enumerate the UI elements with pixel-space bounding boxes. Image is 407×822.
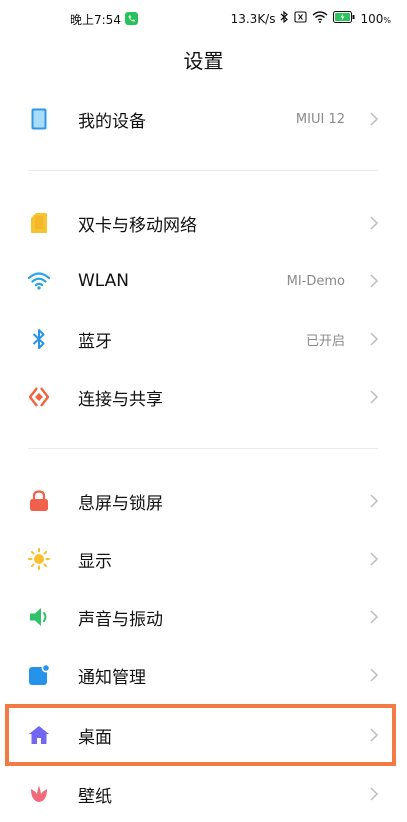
chevron-right-icon — [370, 216, 379, 230]
phone-call-icon — [124, 11, 138, 28]
settings-item-wlan[interactable]: WLAN MI-Demo — [0, 253, 407, 309]
bluetooth-status-icon — [280, 10, 289, 26]
notification-icon — [28, 664, 50, 686]
battery-icon — [333, 11, 355, 26]
settings-item-label: 我的设备 — [78, 111, 146, 132]
settings-item-label: 息屏与锁屏 — [78, 493, 163, 514]
wifi-icon — [28, 270, 50, 292]
wifi-status-icon — [312, 11, 328, 26]
divider — [28, 448, 378, 449]
status-bar: 晚上7:54 13.3K/s 100% — [0, 0, 407, 34]
settings-item-label: 双卡与移动网络 — [78, 215, 197, 236]
flower-icon — [28, 783, 50, 805]
settings-item-notifications[interactable]: 通知管理 — [0, 647, 407, 703]
tablet-icon — [28, 108, 50, 130]
chevron-right-icon — [370, 787, 379, 801]
bluetooth-icon — [28, 328, 50, 350]
settings-item-sound-vibration[interactable]: 声音与振动 — [0, 589, 407, 645]
chevron-right-icon — [370, 552, 379, 566]
settings-item-wallpaper[interactable]: 壁纸 — [0, 766, 407, 822]
settings-item-my-device[interactable]: 我的设备 MIUI 12 — [0, 91, 407, 147]
status-right: 13.3K/s 100% — [230, 10, 391, 26]
lock-icon — [28, 490, 50, 512]
settings-item-value: MI-Demo — [286, 273, 345, 289]
chevron-right-icon — [370, 390, 379, 404]
settings-item-display[interactable]: 显示 — [0, 531, 407, 587]
settings-item-connection-sharing[interactable]: 连接与共享 — [0, 369, 407, 425]
connection-share-icon — [28, 386, 50, 408]
sun-icon — [28, 548, 50, 570]
settings-item-sim-network[interactable]: 双卡与移动网络 — [0, 195, 407, 251]
chevron-right-icon — [370, 494, 379, 508]
settings-item-label: 通知管理 — [78, 667, 146, 688]
speaker-icon — [28, 606, 50, 628]
settings-item-label: WLAN — [78, 271, 130, 291]
chevron-right-icon — [370, 112, 379, 126]
settings-item-label: 声音与振动 — [78, 609, 163, 630]
chevron-right-icon — [370, 610, 379, 624]
settings-item-value: 已开启 — [305, 333, 345, 349]
settings-item-label: 蓝牙 — [78, 331, 112, 352]
divider — [28, 170, 378, 171]
settings-item-lock-screen[interactable]: 息屏与锁屏 — [0, 473, 407, 529]
chevron-right-icon — [370, 668, 379, 682]
settings-item-value: MIUI 12 — [295, 111, 345, 127]
status-left: 晚上7:54 — [70, 11, 138, 28]
chevron-right-icon — [370, 332, 379, 346]
sim-card-icon — [28, 212, 50, 234]
status-time: 晚上7:54 — [70, 13, 121, 27]
chevron-right-icon — [370, 274, 379, 288]
settings-item-bluetooth[interactable]: 蓝牙 已开启 — [0, 311, 407, 367]
network-speed: 13.3K/s — [230, 11, 276, 26]
page-title: 设置 — [183, 49, 224, 73]
settings-item-label: 壁纸 — [78, 786, 112, 807]
no-sim-icon — [294, 11, 308, 26]
highlight-box — [5, 704, 396, 766]
battery-level: 100% — [360, 11, 391, 26]
settings-item-label: 连接与共享 — [78, 389, 163, 410]
settings-item-label: 显示 — [78, 551, 112, 572]
